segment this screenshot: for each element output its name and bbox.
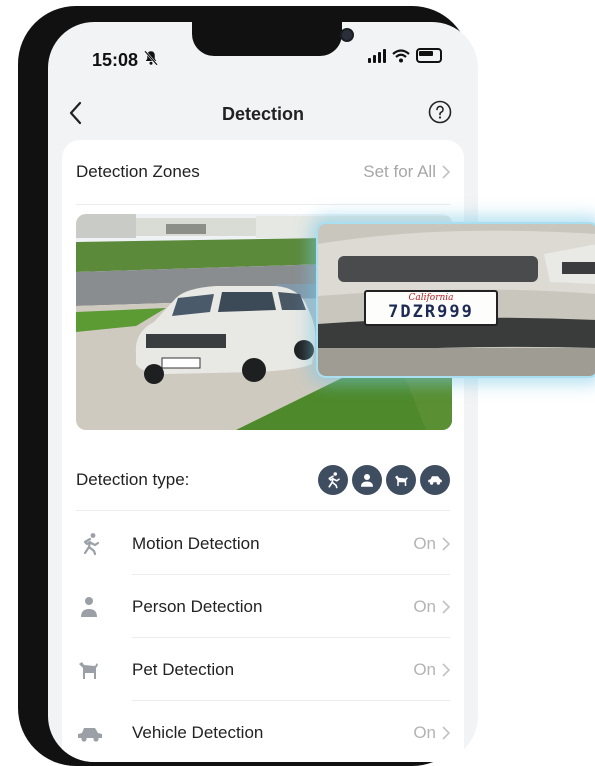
- signal-icon: [368, 48, 386, 63]
- list-item-motion-detection[interactable]: Motion Detection On: [76, 512, 450, 575]
- list-item-label: Motion Detection: [132, 533, 260, 553]
- detection-type-badges: [318, 465, 450, 495]
- app-screen: 15:08 Detection Detection Zones Set for …: [48, 22, 478, 762]
- person-badge-icon: [352, 465, 382, 495]
- motion-icon: [76, 532, 116, 556]
- license-plate: California 7DZR999: [364, 290, 498, 326]
- vehicle-icon: [76, 721, 116, 745]
- detection-type-row: Detection type:: [76, 460, 450, 500]
- detection-type-label: Detection type:: [76, 470, 190, 489]
- status-time: 15:08: [92, 50, 139, 70]
- chevron-right-icon: [442, 725, 450, 740]
- nav-bar: Detection: [48, 92, 478, 136]
- person-icon: [76, 595, 116, 619]
- page-title: Detection: [221, 104, 304, 124]
- set-for-all-text: Set for All: [363, 162, 436, 181]
- camera-dot: [342, 30, 352, 40]
- detection-zones-label: Detection Zones: [76, 162, 200, 181]
- list-item-person-detection[interactable]: Person Detection On: [76, 575, 450, 638]
- list-item-state: On: [413, 597, 450, 617]
- divider: [76, 510, 450, 511]
- detection-list: Motion Detection On Person Detection On: [76, 512, 450, 762]
- pet-icon: [76, 658, 116, 682]
- list-item-state: On: [413, 660, 450, 680]
- list-item-label: Person Detection: [132, 596, 263, 616]
- pet-badge-icon: [386, 465, 416, 495]
- battery-icon: [416, 48, 442, 63]
- license-plate-zoom: California 7DZR999: [316, 222, 595, 378]
- list-item-state: On: [413, 534, 450, 554]
- chevron-right-icon: [442, 662, 450, 677]
- wifi-icon: [392, 48, 410, 62]
- divider: [76, 204, 450, 205]
- detection-zones-value: Set for All: [363, 162, 450, 182]
- motion-badge-icon: [318, 465, 348, 495]
- help-icon[interactable]: [428, 100, 452, 124]
- status-icons: [368, 48, 442, 63]
- detection-zones-row[interactable]: Detection Zones Set for All: [76, 152, 450, 192]
- bell-off-icon: [144, 50, 158, 66]
- state-text: On: [413, 596, 436, 616]
- list-item-label: Pet Detection: [132, 659, 235, 679]
- notch: [192, 22, 352, 56]
- state-text: On: [413, 659, 436, 679]
- vehicle-badge-icon: [420, 465, 450, 495]
- list-item-vehicle-detection[interactable]: Vehicle Detection On: [76, 701, 450, 762]
- chevron-right-icon: [442, 536, 450, 551]
- plate-number-text: 7DZR999: [388, 302, 474, 322]
- list-item-pet-detection[interactable]: Pet Detection On: [76, 638, 450, 701]
- phone-frame: 15:08 Detection Detection Zones Set for …: [18, 6, 478, 766]
- chevron-right-icon: [442, 165, 450, 179]
- chevron-right-icon: [442, 599, 450, 614]
- state-text: On: [413, 533, 436, 553]
